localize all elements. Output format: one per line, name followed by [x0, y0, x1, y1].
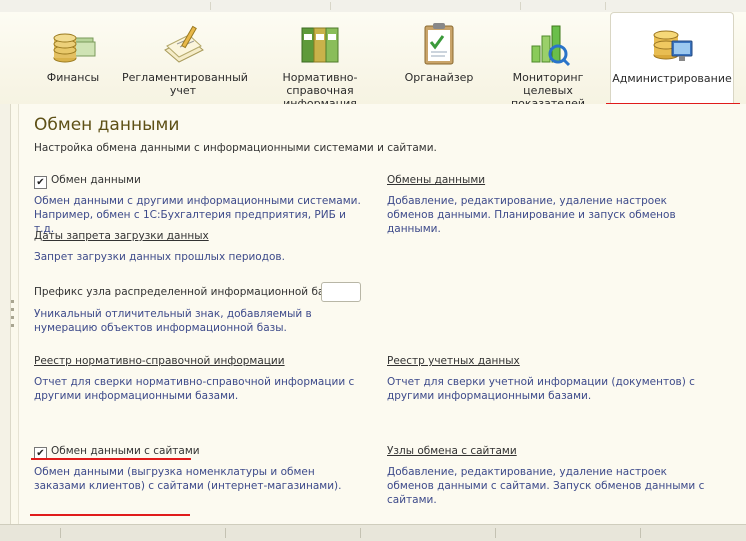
- highlight-underline: [31, 458, 191, 460]
- restriction-dates-link[interactable]: Даты запрета загрузки данных: [34, 229, 209, 243]
- bar-chart-icon: [531, 25, 571, 67]
- splitter-grip: [11, 316, 14, 319]
- accounting-registry-link[interactable]: Реестр учетных данных: [387, 354, 520, 368]
- toolbar-item-administration[interactable]: Администрирование: [610, 12, 734, 105]
- toolbar-item-label: Органайзер: [404, 71, 474, 84]
- exchanges-link[interactable]: Обмены данными: [387, 173, 485, 187]
- site-nodes-link[interactable]: Узлы обмена с сайтами: [387, 444, 517, 458]
- prefix-input[interactable]: [321, 282, 361, 302]
- data-exchange-panel: Обмен данными Настройка обмена данными с…: [18, 104, 746, 524]
- exchanges-description: Добавление, редактирование, удаление нас…: [387, 195, 676, 235]
- ledger-icon: [164, 25, 204, 63]
- clipboard-check-icon: [424, 23, 454, 65]
- binders-icon: [301, 27, 339, 63]
- toolbar-item-target-monitoring[interactable]: Мониторинг целевых показателей: [488, 12, 608, 110]
- section-toolbar: Финансы Регламентированный учет Норматив…: [0, 12, 746, 110]
- open-windows-bar: [0, 524, 746, 541]
- toolbar-item-label: Финансы: [46, 71, 100, 84]
- splitter-grip: [11, 308, 14, 311]
- nsi-registry-link[interactable]: Реестр нормативно-справочной информации: [34, 354, 285, 368]
- checkbox-label: Обмен данными с сайтами: [51, 445, 200, 457]
- page-subtitle: Настройка обмена данными с информационны…: [34, 142, 437, 154]
- bottom-highlight-underline: [30, 514, 190, 516]
- site-nodes-description: Добавление, редактирование, удаление нас…: [387, 466, 705, 506]
- toolbar-item-label: Регламентированный учет: [122, 71, 248, 97]
- data-exchange-checkbox[interactable]: ✔ Обмен данными: [34, 173, 141, 189]
- prefix-label: Префикс узла распределенной информационн…: [34, 286, 342, 298]
- accounting-registry-description: Отчет для сверки учетной информации (док…: [387, 376, 695, 402]
- prefix-description: Уникальный отличительный знак, добавляем…: [34, 308, 312, 334]
- toolbar-item-label: Администрирование: [612, 72, 732, 85]
- splitter-grip: [11, 300, 14, 303]
- page-title: Обмен данными: [34, 115, 180, 135]
- splitter-grip: [11, 324, 14, 327]
- nsi-registry-description: Отчет для сверки нормативно-справочной и…: [34, 376, 355, 402]
- restriction-dates-description: Запрет загрузки данных прошлых периодов.: [34, 251, 285, 263]
- toolbar-item-reference-info[interactable]: Нормативно-справочная информация: [252, 12, 388, 110]
- toolbar-item-finance[interactable]: Финансы: [28, 12, 118, 104]
- checkbox-checked-icon[interactable]: ✔: [34, 176, 47, 189]
- database-monitor-icon: [653, 30, 693, 61]
- site-exchange-description: Обмен данными (выгрузка номенклатуры и о…: [34, 466, 342, 492]
- toolbar-item-organizer[interactable]: Органайзер: [398, 12, 480, 104]
- toolbar-item-regulated-accounting[interactable]: Регламентированный учет: [122, 12, 248, 104]
- left-splitter[interactable]: [0, 104, 11, 524]
- checkbox-label: Обмен данными: [51, 174, 141, 186]
- coins-icon: [53, 33, 96, 63]
